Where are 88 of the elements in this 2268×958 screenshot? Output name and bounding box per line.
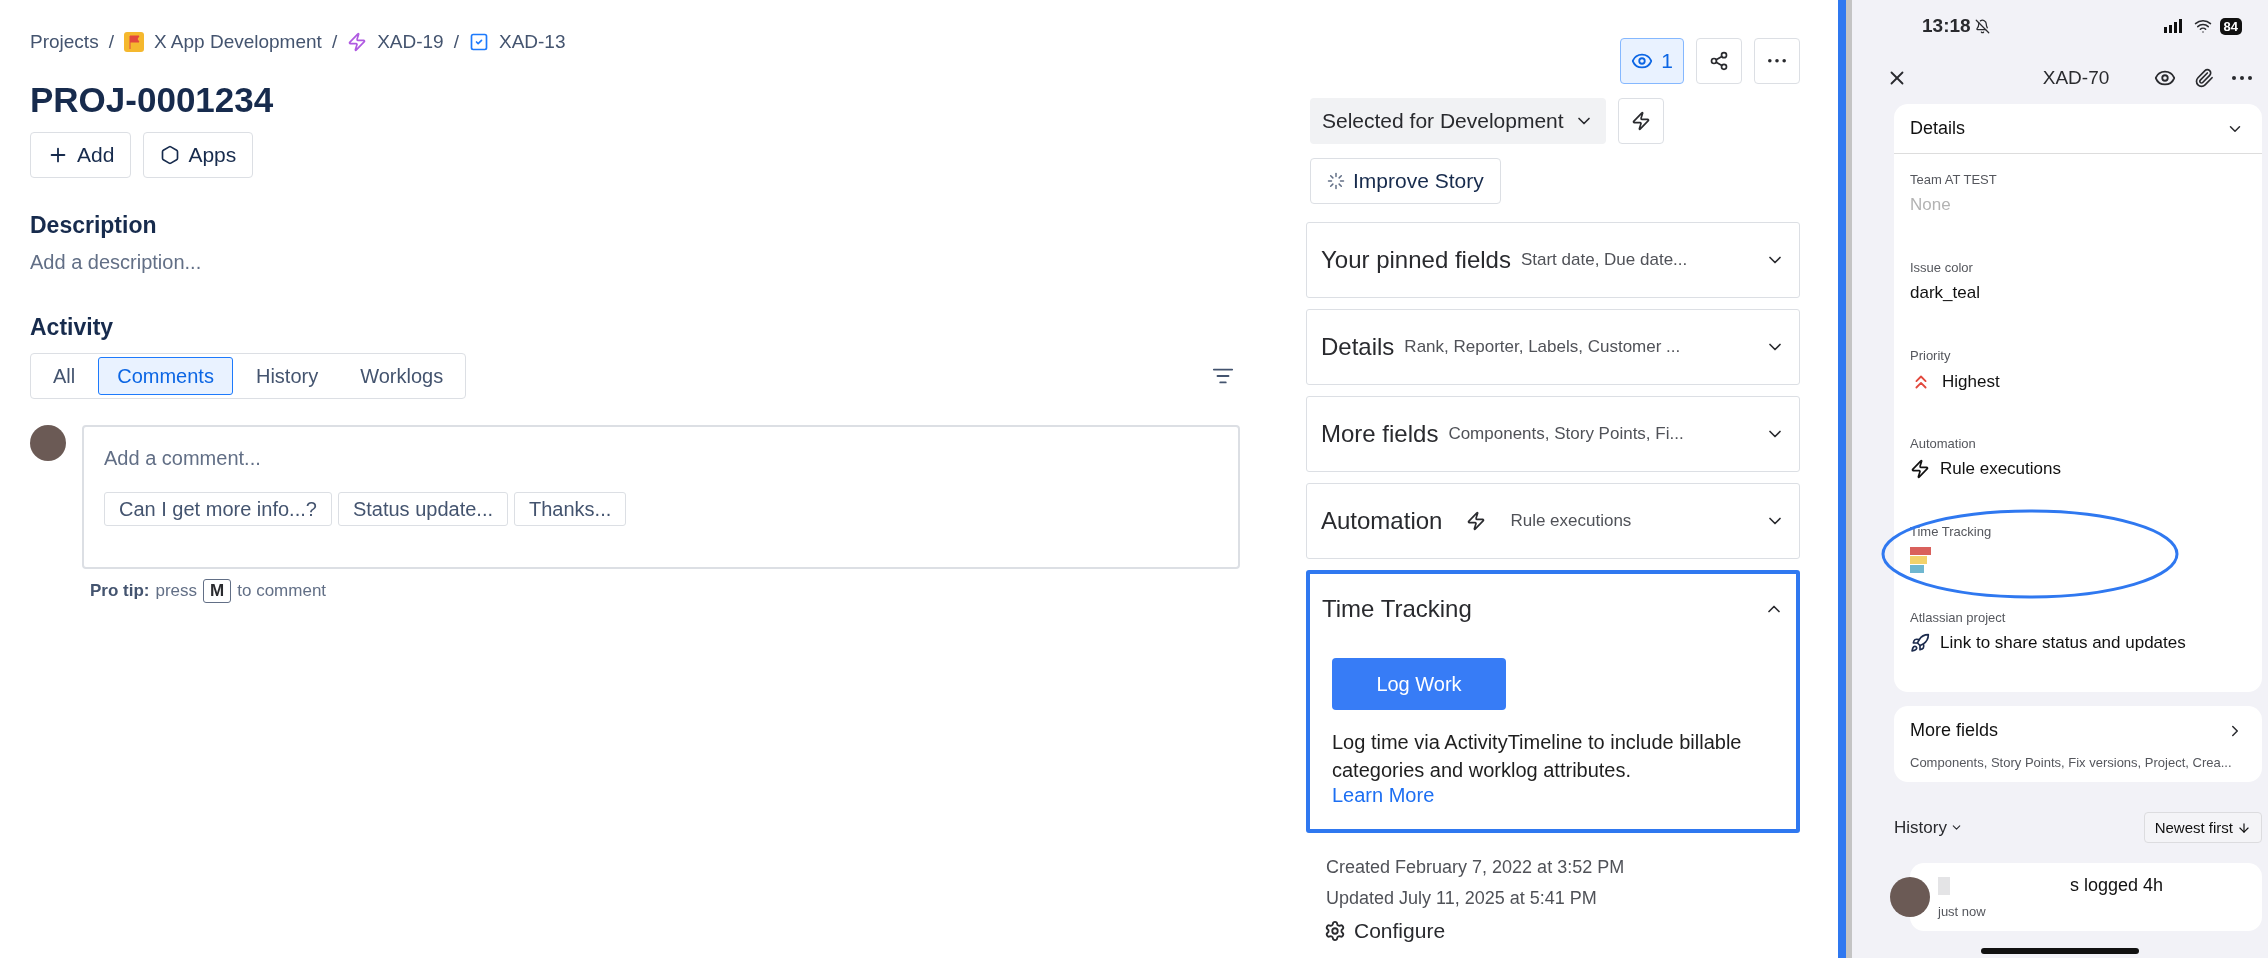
status-dropdown[interactable]: Selected for Development [1310,98,1606,144]
section-heading: Description [30,212,158,239]
project-flag-icon [123,32,144,52]
suggestion-button[interactable]: Status update... [337,492,508,526]
more-icon [1768,59,1786,63]
lightning-icon [1630,111,1651,131]
field-label: Atlassian project [1910,610,2007,625]
share-button[interactable] [1696,38,1742,84]
history-dropdown[interactable]: History [1894,817,1963,838]
more-icon [2232,76,2252,80]
tip-text: to comment [237,581,327,601]
breadcrumb-link[interactable]: Projects [30,31,99,53]
lightning-icon [347,32,368,52]
comment-placeholder: Add a comment... [104,447,262,470]
suggestion-button[interactable]: Can I get more info...? [104,492,332,526]
activity-tab[interactable]: All [34,357,95,395]
card-title: Details [1910,118,1966,139]
breadcrumb-link[interactable]: XAD-19 [377,31,444,53]
breadcrumb-link[interactable]: XAD-13 [498,31,566,53]
more-fields-card[interactable]: More fields Components, Story Points, Fix versions, Project, Crea... [1894,706,2262,782]
field-link[interactable]: Link to share status and updates [1940,633,2186,653]
breadcrumb-separator: / [108,31,114,53]
field-value: None [1910,195,1952,215]
configure-button[interactable]: Configure [1310,919,1800,943]
panel-title[interactable]: Details [1321,333,1395,361]
arrow-down-icon [2237,820,2251,835]
tip-label: Pro tip: [90,581,150,601]
field-value: dark_teal [1910,283,1981,303]
automation-button[interactable] [1617,98,1664,144]
bell-off-icon [1974,18,1990,34]
checkbox-icon [468,32,489,52]
panel-summary: Rule executions [1510,511,1633,531]
entry-time: just now [1938,904,1987,919]
tracking-description: Log time via ActivityTimeline to include billable categories and worklog attributes. [1332,730,1742,783]
user-avatar [1890,877,1930,917]
breadcrumb-separator: / [331,31,338,53]
paperclip-icon[interactable] [2194,68,2214,88]
activity-tab[interactable]: History [236,357,338,395]
share-icon [1709,51,1729,71]
card-summary: Components, Story Points, Fix versions, Project, Crea... [1909,755,2233,772]
field-label: Automation [1910,436,1977,451]
issue-title: PROJ-0001234 [30,80,275,120]
created-date: Created February 7, 2022 at 3:52 PM [1325,857,1626,878]
card-title: More fields [1910,720,1999,741]
wifi-icon [2193,17,2212,35]
breadcrumb-link[interactable]: X App Development [153,31,322,53]
section-heading: Activity [30,314,115,341]
rocket-icon [1910,633,1930,653]
description-placeholder[interactable]: Add a description... [30,251,1240,274]
timeline-logo-icon [1910,547,1931,573]
panel-title[interactable]: Time Tracking [1322,595,1472,623]
panel-summary: Rank, Reporter, Labels, Customer ... [1404,337,1682,357]
comment-field[interactable]: Add a comment... Can I get more info...? Status update... Thanks... [82,425,1240,569]
sort-button[interactable]: Newest first [2143,812,2262,843]
activity-tab[interactable]: Worklogs [341,357,463,395]
add-button[interactable]: Add [30,132,132,178]
lightning-icon [1910,459,1930,479]
hexagon-icon [160,145,181,165]
field-label: Priority [1910,348,1952,363]
log-work-button[interactable]: Log Work [1332,658,1506,710]
suggestion-button[interactable]: Thanks... [514,492,627,526]
panel-summary: Components, Story Points, Fi... [1448,424,1685,444]
panel-title[interactable]: More fields [1321,420,1439,448]
field-value: Rule executions [1940,459,2061,479]
issue-key: XAD-70 [1926,67,2136,89]
panel-summary: Start date, Due date... [1520,250,1689,270]
redacted-block [1938,876,1950,895]
battery-level: 84 [2219,17,2242,35]
keyboard-key: M [203,579,232,603]
entry-text: s logged 4h [2069,875,2164,896]
lightning-icon [1466,511,1487,531]
panel-title[interactable]: Your pinned fields [1321,246,1511,274]
field-label: Team AT TEST [1910,172,1998,187]
settings-icon [1324,920,1346,942]
learn-more-link[interactable]: Learn More [1332,784,1435,806]
activity-tab[interactable]: Comments [98,357,233,395]
apps-button[interactable]: Apps [143,132,254,178]
field-value: Highest [1942,372,2000,392]
breadcrumb-separator: / [453,31,459,53]
panel-title[interactable]: Automation [1321,507,1443,535]
status-time: 13:18 [1922,15,1990,37]
field-label: Issue color [1910,260,1974,275]
updated-date: Updated July 11, 2025 at 5:41 PM [1325,888,1598,909]
improve-story-button[interactable]: Improve Story [1310,158,1501,204]
watch-button[interactable]: 1 [1620,38,1684,84]
tip-text: press [155,581,198,601]
sparkle-icon [1327,172,1345,190]
user-avatar [30,425,66,461]
